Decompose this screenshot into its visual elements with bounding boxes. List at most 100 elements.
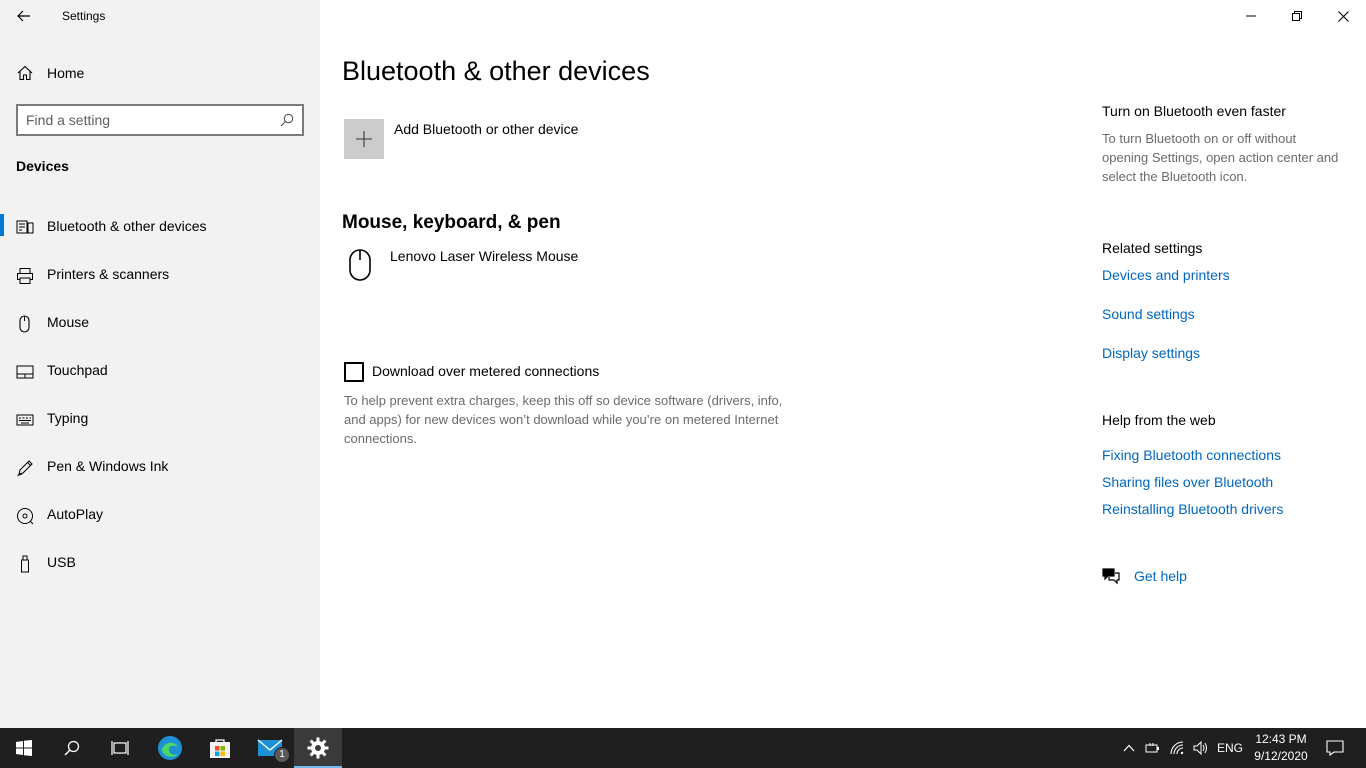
clock[interactable]: 12:43 PM 9/12/2020 bbox=[1246, 731, 1316, 765]
tip-heading: Turn on Bluetooth even faster bbox=[1102, 103, 1286, 119]
mouse-keyboard-pen-heading: Mouse, keyboard, & pen bbox=[342, 212, 561, 233]
task-view-button[interactable] bbox=[96, 728, 144, 768]
checkbox[interactable] bbox=[344, 362, 364, 382]
main-content: Bluetooth & other devices Add Bluetooth … bbox=[320, 0, 1366, 728]
restore-button[interactable] bbox=[1274, 0, 1320, 32]
sidebar-item-pen[interactable]: Pen & Windows Ink bbox=[0, 444, 320, 492]
settings-taskbar-button[interactable] bbox=[294, 728, 342, 768]
battery-tray-icon-button[interactable] bbox=[1142, 728, 1164, 768]
search-input[interactable] bbox=[26, 111, 271, 129]
titlebar-left: Settings bbox=[0, 0, 320, 32]
page-title: Bluetooth & other devices bbox=[342, 56, 650, 86]
link-reinstalling-drivers[interactable]: Reinstalling Bluetooth drivers bbox=[1102, 501, 1283, 517]
close-icon bbox=[1337, 10, 1349, 22]
task-view-icon bbox=[111, 741, 129, 755]
sidebar-item-label: USB bbox=[47, 554, 76, 570]
mouse-icon bbox=[19, 315, 30, 333]
battery-charging-icon bbox=[1145, 743, 1159, 753]
search-taskbar-button[interactable] bbox=[48, 728, 96, 768]
sidebar-home[interactable]: Home bbox=[0, 58, 320, 88]
touchpad-icon bbox=[16, 365, 34, 379]
network-tray-button[interactable] bbox=[1166, 728, 1190, 768]
clock-date: 9/12/2020 bbox=[1254, 749, 1308, 763]
minimize-button[interactable] bbox=[1228, 0, 1274, 32]
wifi-icon bbox=[1170, 741, 1184, 755]
sidebar-nav: Bluetooth & other devices Printers & sca… bbox=[0, 204, 320, 588]
sidebar-item-label: Bluetooth & other devices bbox=[47, 218, 207, 234]
store-bag-icon bbox=[210, 739, 230, 758]
bluetooth-devices-icon bbox=[16, 220, 34, 234]
show-hidden-icons-button[interactable] bbox=[1118, 728, 1140, 768]
gear-icon bbox=[307, 737, 329, 759]
back-button[interactable] bbox=[8, 2, 40, 30]
home-icon bbox=[17, 65, 33, 81]
edge-button[interactable] bbox=[146, 728, 194, 768]
store-button[interactable] bbox=[196, 728, 244, 768]
help-from-web-heading: Help from the web bbox=[1102, 412, 1216, 428]
clock-time: 12:43 PM bbox=[1255, 732, 1307, 746]
close-button[interactable] bbox=[1320, 0, 1366, 32]
get-help-label: Get help bbox=[1134, 568, 1187, 584]
search-box[interactable] bbox=[16, 104, 304, 136]
window-controls bbox=[1228, 0, 1366, 32]
metered-description: To help prevent extra charges, keep this… bbox=[344, 393, 783, 446]
app-title: Settings bbox=[62, 9, 106, 23]
home-label: Home bbox=[47, 65, 85, 81]
mail-unread-badge: 1 bbox=[274, 747, 290, 763]
language-indicator: ENG bbox=[1216, 741, 1243, 755]
link-sound-settings[interactable]: Sound settings bbox=[1102, 306, 1195, 322]
taskbar: 1 ENG 12:43 PM 9/12/2020 bbox=[0, 728, 1366, 768]
chevron-up-icon bbox=[1123, 744, 1135, 752]
add-device-button[interactable]: Add Bluetooth or other device bbox=[344, 119, 704, 159]
search-icon bbox=[64, 740, 80, 756]
printer-icon bbox=[17, 268, 33, 284]
add-device-label: Add Bluetooth or other device bbox=[394, 121, 579, 137]
sidebar-item-label: Typing bbox=[47, 410, 89, 426]
back-arrow-icon bbox=[17, 10, 30, 22]
minimize-icon bbox=[1246, 15, 1256, 17]
restore-icon bbox=[1292, 11, 1302, 21]
mouse-icon bbox=[349, 249, 371, 281]
sidebar-item-usb[interactable]: USB bbox=[0, 540, 320, 588]
link-fixing-bluetooth[interactable]: Fixing Bluetooth connections bbox=[1102, 447, 1281, 463]
link-sharing-files[interactable]: Sharing files over Bluetooth bbox=[1102, 474, 1273, 490]
start-button[interactable] bbox=[0, 728, 48, 768]
sidebar-item-typing[interactable]: Typing bbox=[0, 396, 320, 444]
link-devices-and-printers[interactable]: Devices and printers bbox=[1102, 267, 1230, 283]
add-device-tile bbox=[344, 119, 384, 159]
autoplay-icon bbox=[17, 508, 34, 525]
device-item[interactable]: Lenovo Laser Wireless Mouse bbox=[344, 244, 644, 284]
notification-icon bbox=[1326, 740, 1344, 756]
sidebar-item-bluetooth[interactable]: Bluetooth & other devices bbox=[0, 204, 320, 252]
edge-browser-icon bbox=[158, 736, 182, 760]
pen-icon bbox=[17, 460, 33, 477]
sidebar-item-mouse[interactable]: Mouse bbox=[0, 300, 320, 348]
sidebar-item-label: Printers & scanners bbox=[47, 266, 170, 282]
metered-connections-checkbox[interactable]: Download over metered connections bbox=[344, 362, 644, 384]
input-language-button[interactable]: ENG bbox=[1214, 728, 1246, 768]
plus-icon bbox=[356, 131, 372, 147]
section-heading: Devices bbox=[16, 158, 69, 174]
sidebar-item-touchpad[interactable]: Touchpad bbox=[0, 348, 320, 396]
action-center-button[interactable] bbox=[1320, 728, 1350, 768]
sidebar-item-printers[interactable]: Printers & scanners bbox=[0, 252, 320, 300]
windows-logo-icon bbox=[16, 740, 32, 756]
get-help-link[interactable]: Get help bbox=[1102, 566, 1222, 588]
link-display-settings[interactable]: Display settings bbox=[1102, 345, 1200, 361]
sidebar-item-label: Touchpad bbox=[47, 362, 108, 378]
sidebar: Settings Home Devices Bluetooth & other … bbox=[0, 0, 320, 728]
volume-tray-button[interactable] bbox=[1190, 728, 1212, 768]
sidebar-item-autoplay[interactable]: AutoPlay bbox=[0, 492, 320, 540]
related-settings-heading: Related settings bbox=[1102, 240, 1203, 256]
checkbox-label: Download over metered connections bbox=[372, 363, 600, 379]
sidebar-item-label: AutoPlay bbox=[47, 506, 104, 522]
device-name: Lenovo Laser Wireless Mouse bbox=[390, 248, 579, 264]
speaker-icon bbox=[1193, 741, 1207, 755]
chat-help-icon bbox=[1102, 568, 1120, 585]
sidebar-item-label: Pen & Windows Ink bbox=[47, 458, 169, 474]
usb-icon bbox=[21, 555, 29, 573]
keyboard-icon bbox=[16, 414, 34, 426]
search-icon[interactable] bbox=[280, 113, 294, 127]
tip-text: To turn Bluetooth on or off without open… bbox=[1102, 131, 1339, 184]
sidebar-item-label: Mouse bbox=[47, 314, 90, 330]
